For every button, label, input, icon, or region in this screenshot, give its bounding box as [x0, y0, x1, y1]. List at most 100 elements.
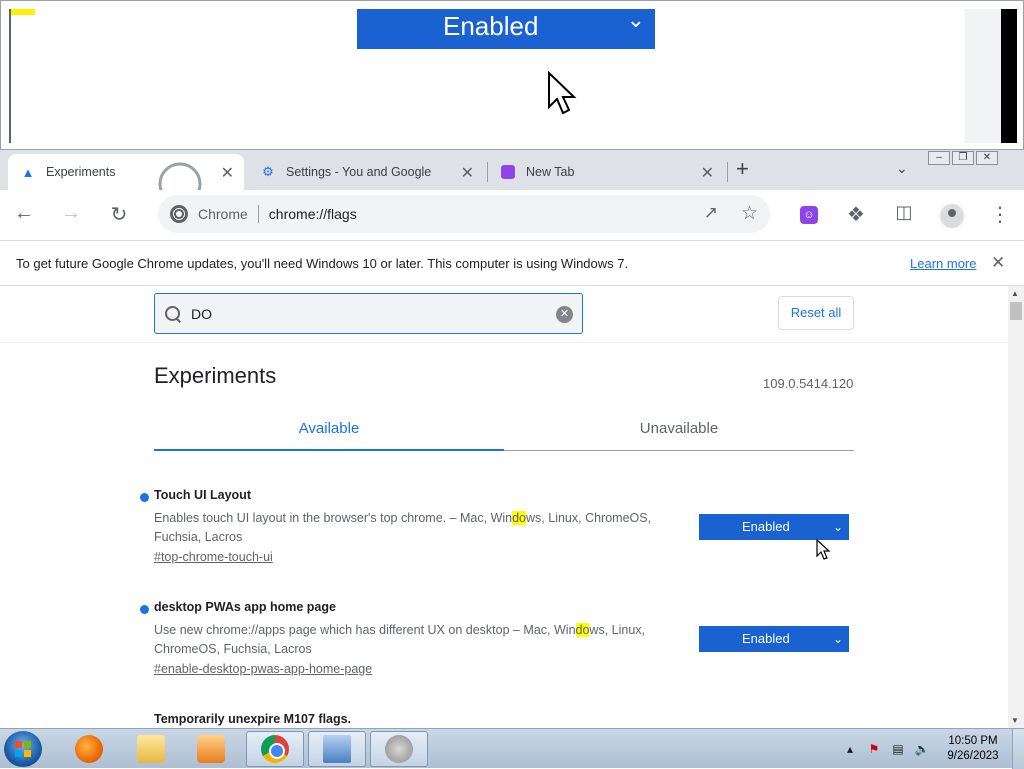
flag-name: desktop PWAs app home page: [154, 600, 336, 614]
search-icon: [165, 305, 181, 322]
taskbar-magnifier-app[interactable]: [308, 731, 366, 767]
magnifier-window: Enabled ⌄: [0, 0, 1024, 150]
flags-page: DO ✕ Reset all Experiments 109.0.5414.12…: [0, 286, 1008, 728]
reload-button[interactable]: ↻: [106, 202, 132, 227]
extensions-puzzle-icon[interactable]: ❖: [843, 202, 869, 227]
tab-new-tab[interactable]: New Tab ✕: [488, 154, 724, 190]
folder-icon: [137, 735, 165, 763]
magnified-enabled-select: Enabled ⌄: [357, 9, 655, 49]
forward-button[interactable]: →: [58, 202, 84, 225]
flask-icon: ▲: [21, 164, 35, 180]
tab-available[interactable]: Available: [154, 420, 504, 437]
show-desktop-button[interactable]: [1012, 729, 1024, 769]
chrome-icon: [170, 205, 188, 223]
flag-description: Enables touch UI layout in the browser's…: [154, 511, 652, 544]
window-controls: – ❐ ✕: [928, 151, 1000, 165]
close-icon[interactable]: ✕: [461, 163, 474, 183]
flag-name: Temporarily unexpire M107 flags.: [154, 712, 352, 726]
taskbar-firefox[interactable]: [60, 731, 118, 767]
clock-time: 10:50 PM: [948, 735, 998, 747]
profile-avatar[interactable]: [940, 204, 964, 228]
infobar-message: To get future Google Chrome updates, you…: [16, 255, 629, 271]
star-icon[interactable]: ☆: [741, 202, 758, 225]
reset-all-button[interactable]: Reset all: [778, 296, 854, 330]
modified-dot-icon: [140, 493, 149, 502]
taskbar-explorer[interactable]: [122, 731, 180, 767]
speaker-icon: [385, 735, 413, 763]
site-label: Chrome: [198, 206, 248, 222]
version-label: 109.0.5414.120: [763, 376, 854, 391]
active-tab-indicator: [154, 449, 504, 451]
address-bar[interactable]: Chrome chrome://flags ↗ ☆: [158, 195, 770, 233]
update-infobar: To get future Google Chrome updates, you…: [0, 240, 1024, 286]
magnified-highlight: [11, 9, 35, 15]
system-tray: ▴ ⚑ ▤ 🔈: [842, 729, 938, 769]
close-window-button[interactable]: ✕: [976, 151, 998, 165]
monitor-icon: [323, 735, 351, 763]
flag-state-select[interactable]: Enabled ⌄: [699, 626, 849, 652]
scroll-down-arrow-icon[interactable]: ▼: [1011, 716, 1019, 725]
taskbar-chrome[interactable]: [246, 731, 304, 767]
flag-link[interactable]: #top-chrome-touch-ui: [154, 550, 273, 564]
search-query[interactable]: DO: [191, 306, 212, 322]
windows-taskbar: ▴ ⚑ ▤ 🔈 10:50 PM 9/26/2023: [0, 728, 1024, 769]
mouse-cursor-icon: [548, 71, 577, 115]
scrollbar-thumb[interactable]: [1010, 302, 1022, 320]
back-button[interactable]: ←: [11, 202, 37, 225]
close-icon[interactable]: ✕: [221, 163, 234, 183]
start-button[interactable]: [4, 731, 42, 767]
tab-separator: [487, 162, 488, 182]
network-icon[interactable]: ▤: [890, 742, 906, 756]
flag-description: Use new chrome://apps page which has dif…: [154, 623, 646, 656]
browser-toolbar: ← → ↻ Chrome chrome://flags ↗ ☆ ☺ ❖ ◫ ⋮: [0, 190, 1024, 240]
close-icon[interactable]: ✕: [701, 163, 714, 183]
url-text[interactable]: chrome://flags: [269, 206, 357, 222]
chevron-down-icon: ⌄: [832, 632, 843, 646]
face-icon: [500, 164, 516, 180]
clock[interactable]: 10:50 PM 9/26/2023: [940, 734, 1006, 764]
tab-separator: [727, 162, 728, 182]
clock-date: 9/26/2023: [947, 750, 999, 762]
page-title: Experiments: [154, 363, 277, 388]
volume-muted-icon[interactable]: 🔈: [914, 742, 930, 756]
scroll-up-arrow-icon[interactable]: ▲: [1011, 289, 1019, 298]
new-tab-button[interactable]: +: [736, 156, 749, 182]
extension-face-icon[interactable]: ☺: [800, 206, 818, 224]
modified-dot-icon: [140, 605, 149, 614]
menu-kebab-icon[interactable]: ⋮: [987, 202, 1013, 227]
tab-settings[interactable]: ⚙ Settings - You and Google ✕: [248, 154, 484, 190]
firefox-icon: [75, 735, 103, 763]
side-panel-icon[interactable]: ◫: [891, 202, 917, 223]
tab-unavailable[interactable]: Unavailable: [504, 420, 854, 437]
tab-title: New Tab: [526, 165, 575, 179]
divider: [257, 205, 259, 223]
taskbar-media-player[interactable]: [182, 731, 240, 767]
flag-link[interactable]: #enable-desktop-pwas-app-home-page: [154, 662, 372, 676]
mouse-cursor-icon: [816, 539, 831, 560]
windows-logo-icon: [15, 741, 31, 757]
flag-state-select[interactable]: Enabled ⌄: [699, 514, 849, 540]
minimize-button[interactable]: –: [928, 151, 950, 165]
chevron-down-icon: ⌄: [832, 520, 843, 534]
chevron-down-icon: ⌄: [626, 9, 645, 32]
show-hidden-icons-icon[interactable]: ▴: [842, 742, 858, 756]
search-input[interactable]: DO ✕: [154, 293, 583, 334]
page-scrollbar[interactable]: ▲ ▼: [1008, 286, 1024, 728]
learn-more-link[interactable]: Learn more: [910, 256, 976, 271]
media-player-icon: [197, 735, 225, 763]
gear-icon: ⚙: [262, 164, 274, 179]
taskbar-speaker-app[interactable]: [370, 731, 428, 767]
select-value: Enabled: [742, 519, 790, 534]
tab-title: Settings - You and Google: [286, 165, 432, 179]
flag-name: Touch UI Layout: [154, 488, 251, 502]
magnified-edge: [965, 9, 1017, 143]
share-icon[interactable]: ↗: [704, 203, 718, 223]
clear-search-icon[interactable]: ✕: [556, 306, 573, 323]
action-center-flag-icon[interactable]: ⚑: [866, 742, 882, 756]
tab-title: Experiments: [46, 165, 116, 179]
magnified-select-value: Enabled: [443, 10, 539, 41]
close-icon[interactable]: ✕: [991, 253, 1005, 273]
maximize-button[interactable]: ❐: [952, 151, 974, 165]
select-value: Enabled: [742, 631, 790, 646]
tab-search-chevron-icon[interactable]: ⌄: [896, 160, 908, 177]
